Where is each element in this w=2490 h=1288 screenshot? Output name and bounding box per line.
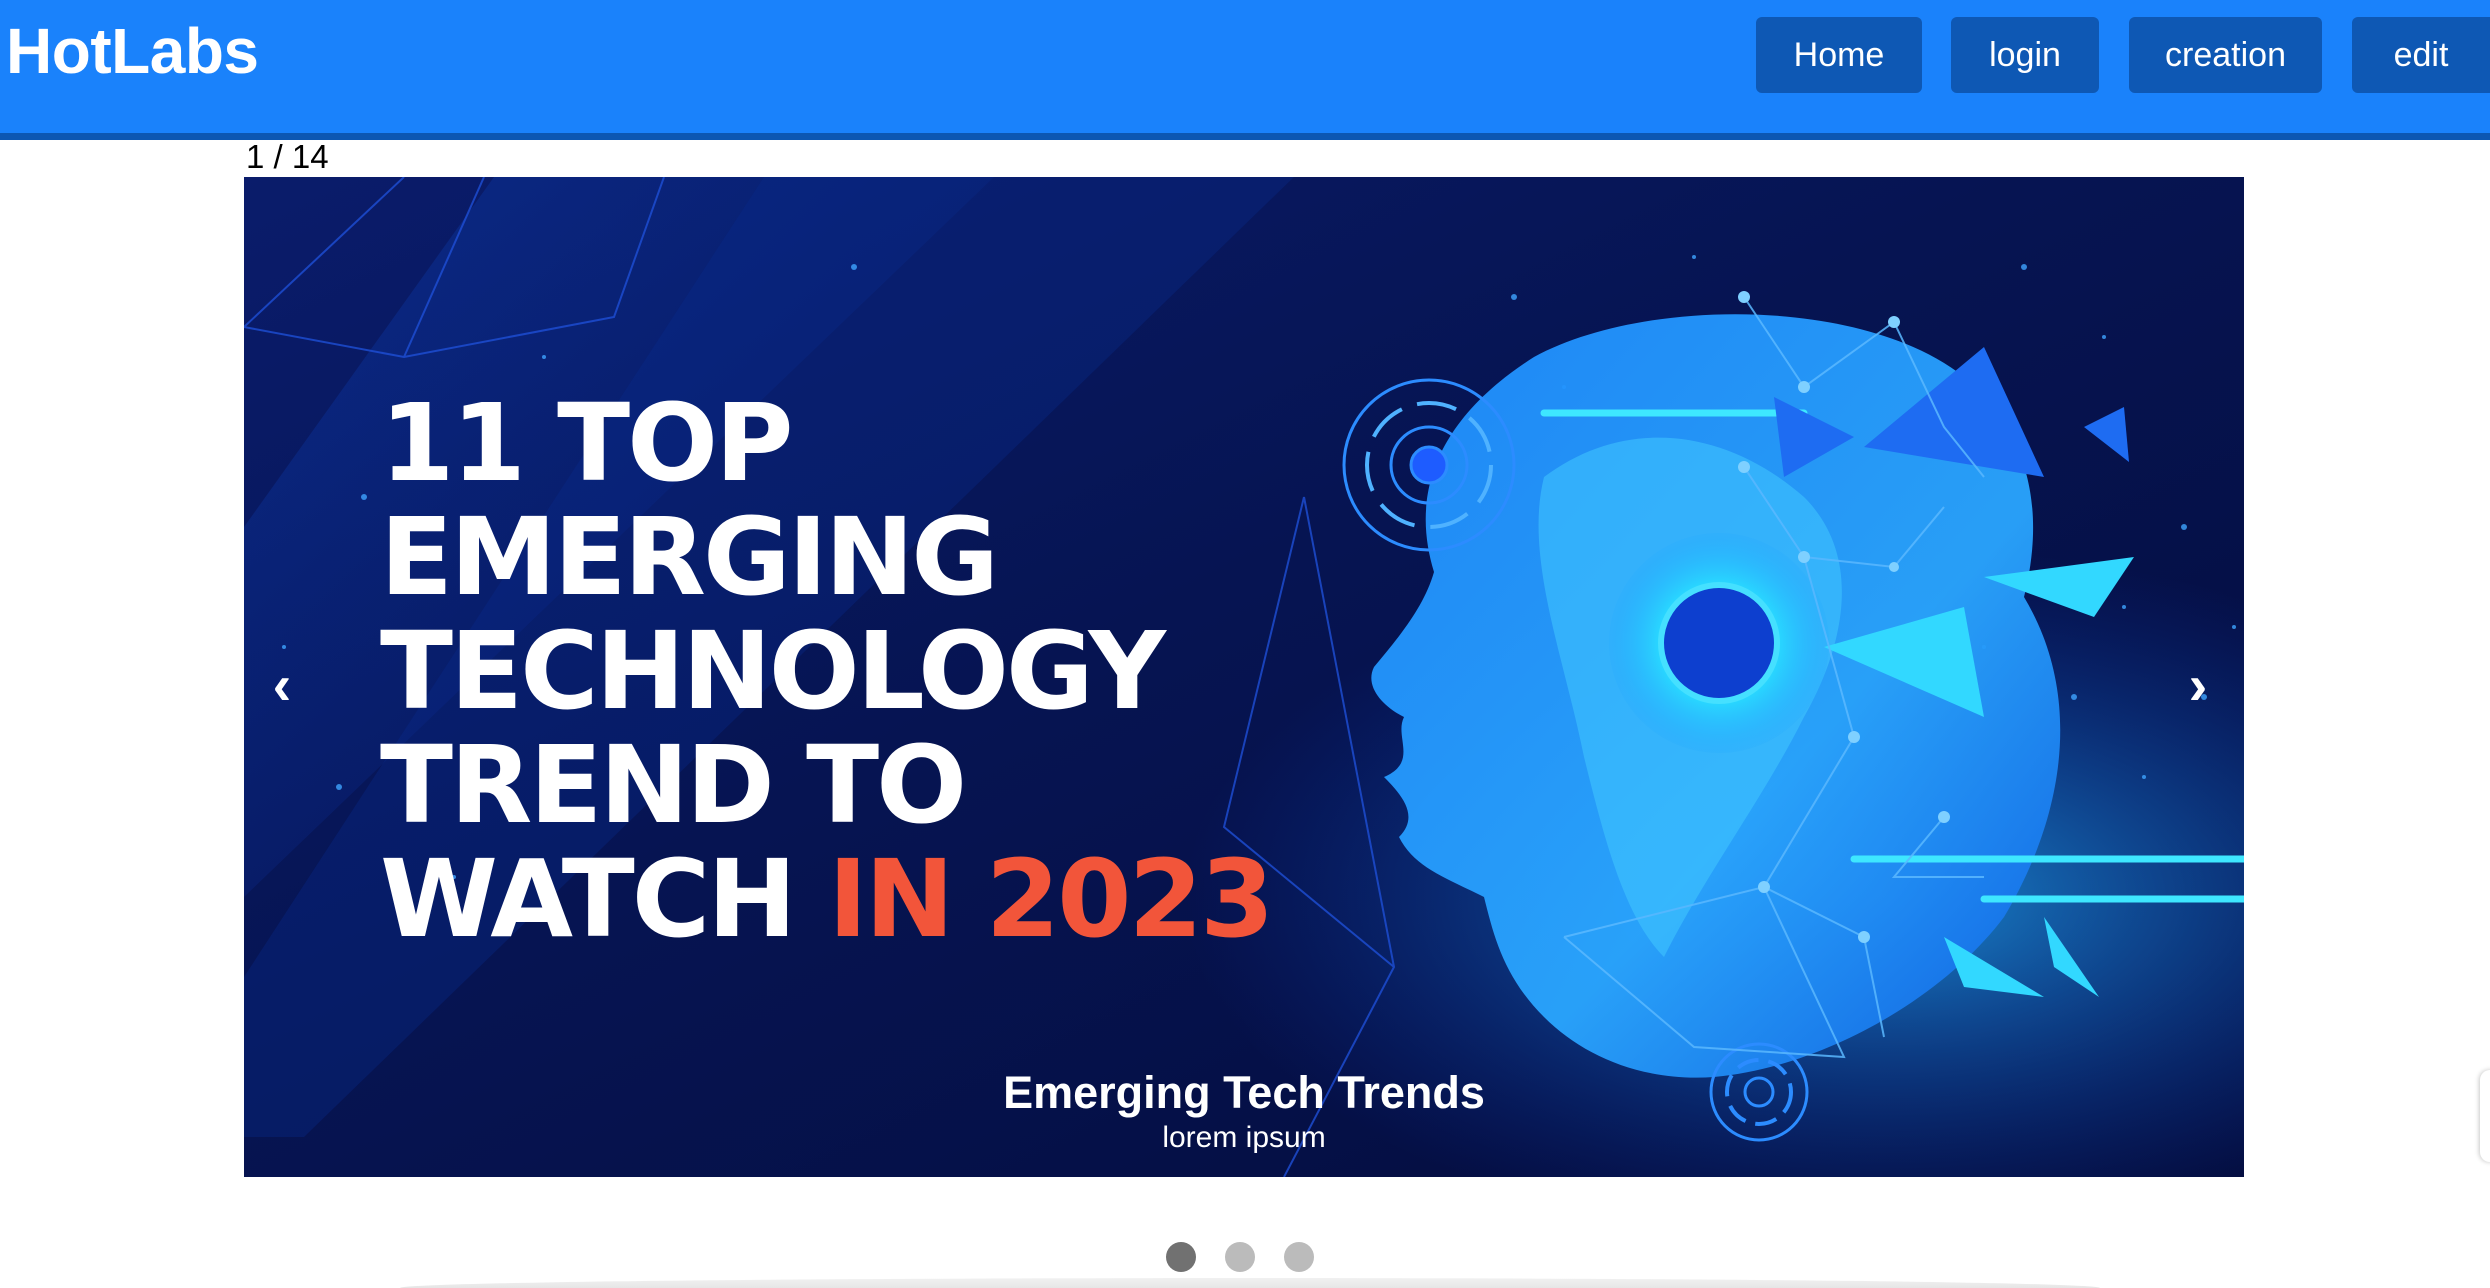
- slide-dot-2[interactable]: [1225, 1242, 1255, 1272]
- slide-caption-subtitle: lorem ipsum: [1162, 1121, 1326, 1154]
- top-navbar: HotLabs Home login creation edit: [0, 0, 2490, 140]
- slide-dot-1[interactable]: [1166, 1242, 1196, 1272]
- headline-line-1: 11 TOP: [380, 382, 794, 506]
- nav-creation-button[interactable]: creation: [2129, 17, 2322, 93]
- brand-logo[interactable]: HotLabs: [6, 14, 259, 88]
- nav-login-button[interactable]: login: [1951, 17, 2099, 93]
- headline-line-3: TECHNOLOGY: [380, 610, 1166, 734]
- chevron-right-icon[interactable]: ›: [2168, 639, 2228, 729]
- headline-line-2: EMERGING: [380, 496, 999, 620]
- slideshow-slide: 11 TOP EMERGING TECHNOLOGY TREND TO WATC…: [244, 177, 2244, 1177]
- slide-headline: 11 TOP EMERGING TECHNOLOGY TREND TO WATC…: [380, 387, 1274, 957]
- content-card-edge: [400, 1278, 2100, 1288]
- nav-edit-button[interactable]: edit: [2352, 17, 2490, 93]
- headline-accent: IN 2023: [828, 838, 1274, 962]
- slide-caption-title: Emerging Tech Trends: [1003, 1067, 1485, 1118]
- slide-dot-3[interactable]: [1284, 1242, 1314, 1272]
- headline-line-5: WATCH: [380, 838, 829, 962]
- slide-dots: [1166, 1242, 1314, 1272]
- slide-counter: 1 / 14: [246, 138, 329, 175]
- side-tab[interactable]: [2480, 1070, 2490, 1162]
- chevron-left-icon[interactable]: ‹: [252, 639, 312, 729]
- headline-line-4: TREND TO: [380, 724, 967, 848]
- nav-home-button[interactable]: Home: [1756, 17, 1922, 93]
